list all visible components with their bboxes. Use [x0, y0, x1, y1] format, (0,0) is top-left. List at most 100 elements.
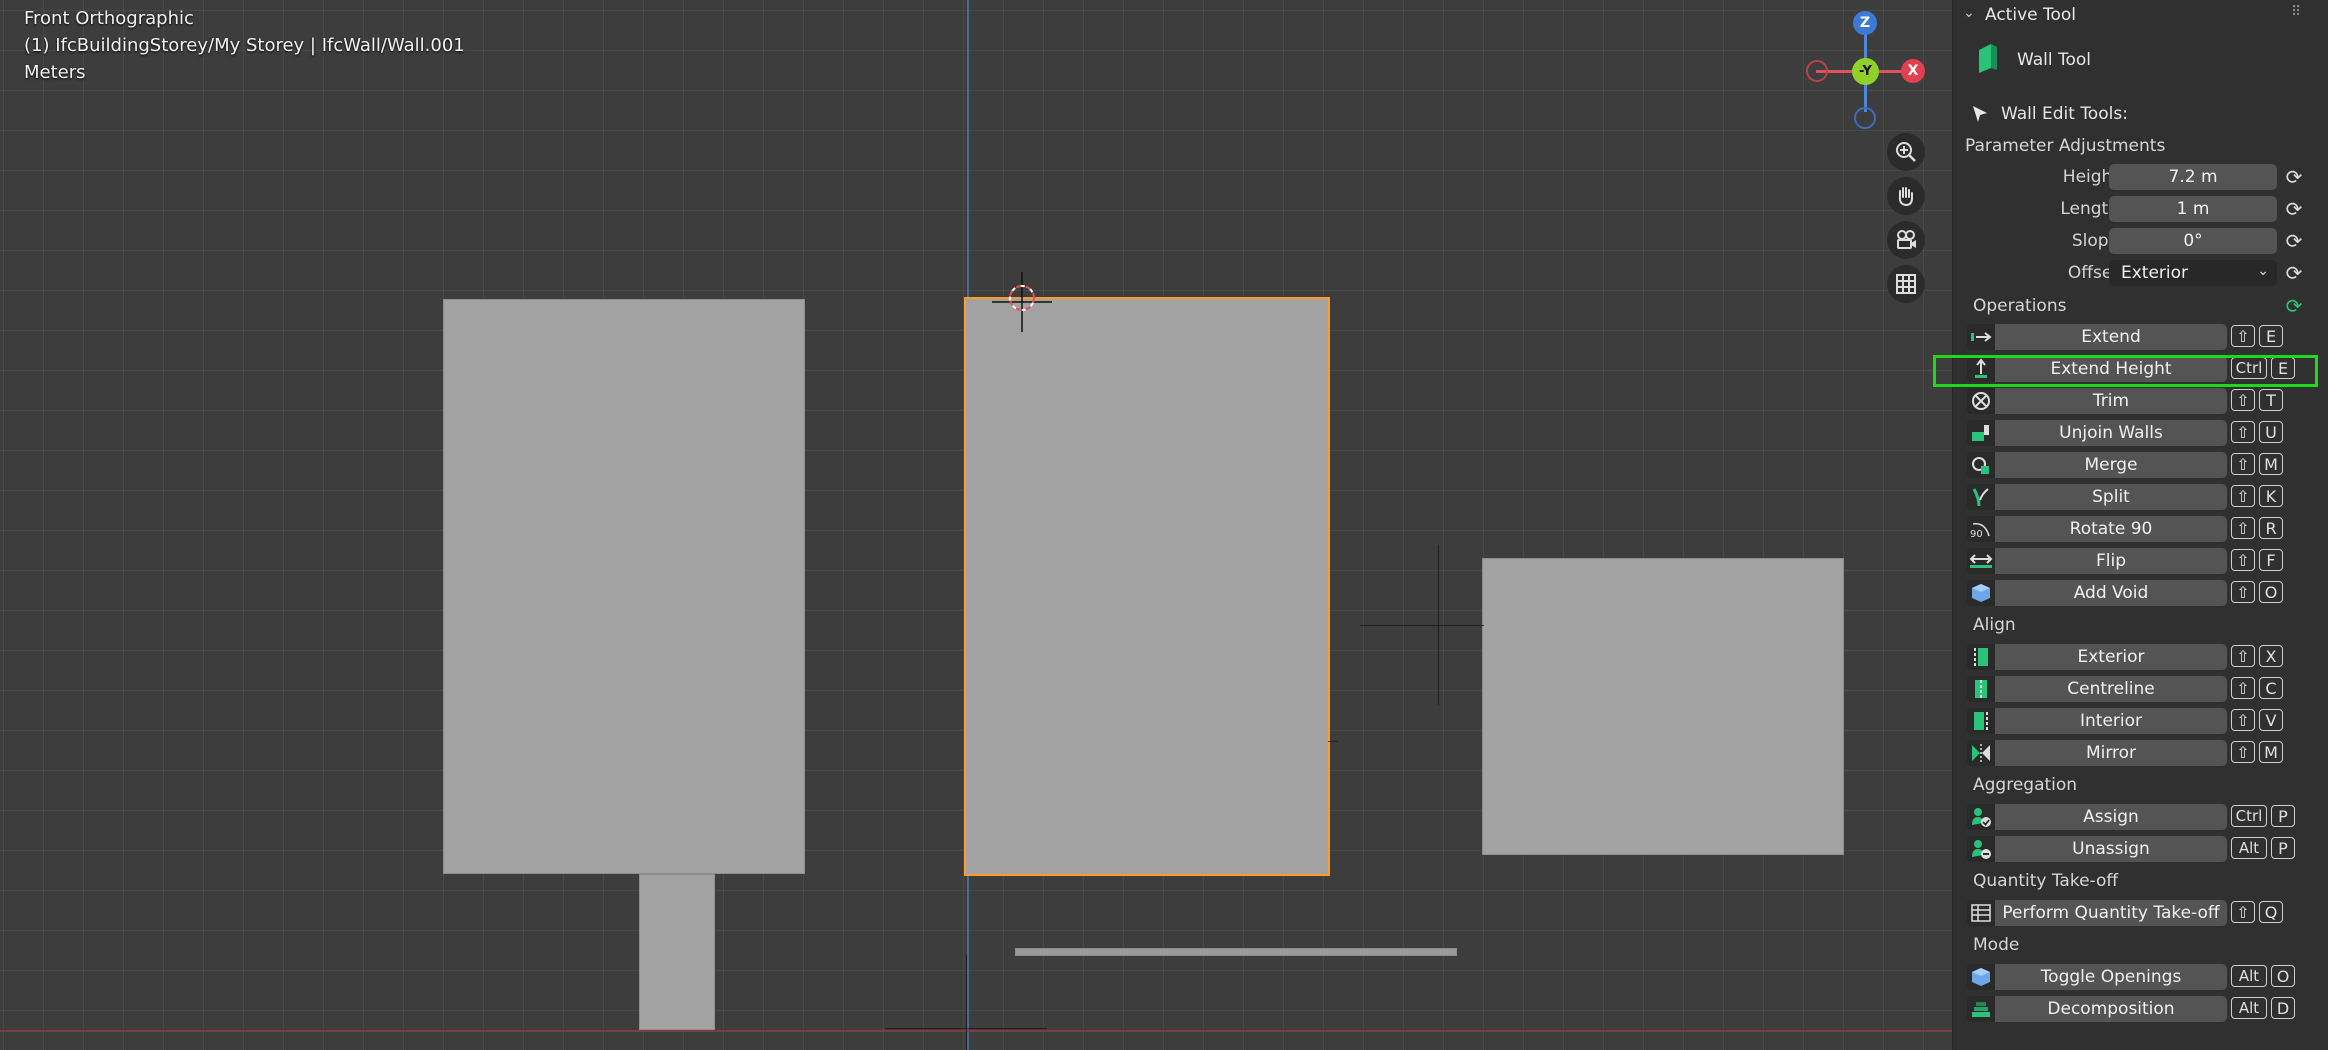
op-split[interactable]: Split ⇧ K [1965, 483, 2325, 511]
cursor-arrow-icon [1973, 106, 1987, 122]
wall-right[interactable] [1482, 558, 1844, 855]
mirror-button[interactable]: Mirror [1995, 740, 2227, 766]
mode-label: Mode [1973, 935, 2020, 955]
refresh-length-icon[interactable]: ⟳ [2281, 196, 2307, 222]
key-d: D [2271, 997, 2295, 1019]
key-o: O [2259, 581, 2283, 603]
shift-key-icon: ⇧ [2231, 741, 2255, 763]
toggle-openings-button[interactable]: Toggle Openings [1995, 964, 2227, 990]
shift-key-icon: ⇧ [2231, 549, 2255, 571]
align-exterior-button[interactable]: Exterior [1995, 644, 2227, 670]
op-rotate-90[interactable]: 90 Rotate 90 ⇧ R [1965, 515, 2325, 543]
flip-button[interactable]: Flip [1995, 548, 2227, 574]
add-void-button[interactable]: Add Void [1995, 580, 2227, 606]
key-m: M [2259, 453, 2283, 475]
quantity-takeoff-icon [1967, 900, 1995, 926]
key-p: P [2271, 805, 2295, 827]
wall-left[interactable] [443, 299, 805, 874]
chevron-down-icon: ⌄ [2257, 263, 2269, 279]
align-exterior[interactable]: Exterior ⇧ X [1965, 643, 2325, 671]
ctrl-key: Ctrl [2231, 357, 2267, 379]
guide-line-bottom-h [885, 1028, 1047, 1029]
svg-text:90: 90 [1970, 529, 1983, 540]
3d-viewport[interactable]: Front Orthographic (1) IfcBuildingStorey… [0, 0, 1952, 1050]
assign-icon [1967, 804, 1995, 830]
mode-decomposition[interactable]: Decomposition Alt D [1965, 995, 2325, 1023]
trim-button[interactable]: Trim [1995, 388, 2227, 414]
slope-field[interactable]: 0° [2109, 228, 2277, 254]
extend-button[interactable]: Extend [1995, 324, 2227, 350]
operations-label: Operations [1973, 296, 2067, 316]
3d-cursor-icon[interactable] [990, 270, 1054, 334]
align-mirror[interactable]: Mirror ⇧ M [1965, 739, 2325, 767]
op-extend[interactable]: Extend ⇧ E [1965, 323, 2325, 351]
align-exterior-icon [1967, 644, 1995, 670]
align-centreline-button[interactable]: Centreline [1995, 676, 2227, 702]
wall-thin-slab[interactable] [1015, 948, 1457, 956]
offset-select[interactable]: Exterior ⌄ [2109, 260, 2277, 286]
key-p: P [2271, 837, 2295, 859]
merge-icon [1967, 452, 1995, 478]
gizmo-neg-y-dot[interactable]: -Y [1852, 58, 1879, 85]
mode-toggle-openings[interactable]: Toggle Openings Alt O [1965, 963, 2325, 991]
guide-line-horizontal [1360, 625, 1484, 626]
op-flip[interactable]: Flip ⇧ F [1965, 547, 2325, 575]
refresh-slope-icon[interactable]: ⟳ [2281, 228, 2307, 254]
split-button[interactable]: Split [1995, 484, 2227, 510]
refresh-offset-icon[interactable]: ⟳ [2281, 260, 2307, 286]
navigation-gizmo[interactable]: Z -Y X [1800, 10, 1940, 140]
unjoin-walls-icon [1967, 420, 1995, 446]
op-add-void[interactable]: Add Void ⇧ O [1965, 579, 2325, 607]
decomposition-button[interactable]: Decomposition [1995, 996, 2227, 1022]
chevron-down-icon[interactable]: ⌄ [1963, 5, 1975, 21]
gizmo-neg-z-dot[interactable] [1854, 107, 1876, 129]
flip-icon [1967, 548, 1995, 574]
wall-left-stub[interactable] [639, 874, 715, 1030]
trim-icon [1967, 388, 1995, 414]
op-extend-height[interactable]: Extend Height Ctrl E [1965, 355, 2325, 383]
extend-icon [1967, 324, 1995, 350]
align-centreline[interactable]: Centreline ⇧ C [1965, 675, 2325, 703]
ctrl-key: Ctrl [2231, 805, 2267, 827]
pan-hand-icon[interactable] [1887, 177, 1925, 215]
key-r: R [2259, 517, 2283, 539]
op-merge[interactable]: Merge ⇧ M [1965, 451, 2325, 479]
unassign-button[interactable]: Unassign [1995, 836, 2227, 862]
tool-name: Wall Tool [2017, 50, 2092, 70]
height-field[interactable]: 7.2 m [2109, 164, 2277, 190]
agg-unassign[interactable]: Unassign Alt P [1965, 835, 2325, 863]
refresh-operations-icon[interactable]: ⟳ [2281, 293, 2307, 319]
rotate-90-button[interactable]: Rotate 90 [1995, 516, 2227, 542]
shift-key-icon: ⇧ [2231, 709, 2255, 731]
drag-handle-icon[interactable]: ⠿ [2291, 4, 2301, 20]
merge-button[interactable]: Merge [1995, 452, 2227, 478]
shift-key-icon: ⇧ [2231, 421, 2255, 443]
key-k: K [2259, 485, 2283, 507]
aggregation-label: Aggregation [1973, 775, 2078, 795]
gizmo-z-dot[interactable]: Z [1853, 11, 1877, 35]
assign-button[interactable]: Assign [1995, 804, 2227, 830]
refresh-height-icon[interactable]: ⟳ [2281, 164, 2307, 190]
align-interior-button[interactable]: Interior [1995, 708, 2227, 734]
shift-key-icon: ⇧ [2231, 901, 2255, 923]
grid-icon[interactable] [1887, 265, 1925, 303]
split-icon [1967, 484, 1995, 510]
unjoin-walls-button[interactable]: Unjoin Walls [1995, 420, 2227, 446]
key-f: F [2259, 549, 2283, 571]
agg-assign[interactable]: Assign Ctrl P [1965, 803, 2325, 831]
op-unjoin-walls[interactable]: Unjoin Walls ⇧ U [1965, 419, 2325, 447]
align-interior[interactable]: Interior ⇧ V [1965, 707, 2325, 735]
zoom-icon[interactable] [1887, 133, 1925, 171]
extend-height-button[interactable]: Extend Height [1995, 356, 2227, 382]
qto-perform[interactable]: Perform Quantity Take-off ⇧ Q [1965, 899, 2325, 927]
gizmo-x-dot[interactable]: X [1901, 59, 1925, 83]
panel-header[interactable]: Active Tool [1985, 5, 2076, 25]
wall-selected[interactable] [966, 299, 1328, 874]
qto-label: Quantity Take-off [1973, 871, 2119, 891]
gizmo-neg-x-dot[interactable] [1806, 60, 1828, 82]
perform-qto-button[interactable]: Perform Quantity Take-off [1995, 900, 2227, 926]
camera-icon[interactable] [1887, 221, 1925, 259]
view-name: Front Orthographic [24, 8, 194, 29]
length-field[interactable]: 1 m [2109, 196, 2277, 222]
op-trim[interactable]: Trim ⇧ T [1965, 387, 2325, 415]
